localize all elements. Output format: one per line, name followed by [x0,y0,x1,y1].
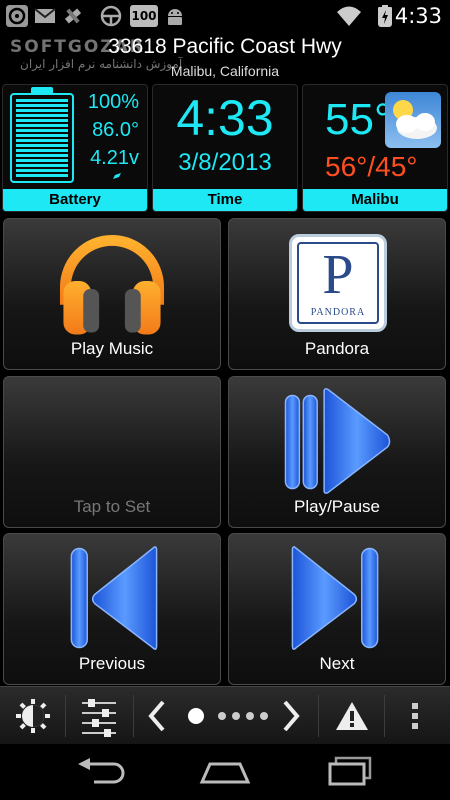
equalizer-icon[interactable] [74,687,124,745]
brightness-icon[interactable] [10,687,56,745]
overflow-menu-icon[interactable] [400,687,430,745]
recent-apps-icon[interactable] [324,754,376,788]
partly-cloudy-icon [385,92,441,148]
high-low-temperature: 56°/45° [325,151,418,182]
battery-temperature: 86.0° [92,119,139,141]
battery-charging-icon [378,5,392,27]
chevron-left-icon[interactable] [142,687,172,745]
tap-to-set-label: Tap to Set [73,497,151,516]
play-music-label: Play Music [70,339,154,358]
speed-limit-icon: 100 [130,5,158,27]
steering-wheel-icon [6,5,28,27]
home-icon[interactable] [198,758,252,786]
pandora-label: Pandora [304,339,370,358]
pandora-logo-letter: P [322,244,354,306]
play-pause-icon [284,388,391,494]
pandora-icon: P PANDORA [289,234,387,332]
page-dot [260,712,268,720]
back-icon[interactable] [74,758,126,786]
bottom-toolbar [0,686,450,744]
previous-icon [70,546,158,650]
previous-label: Previous [78,654,146,673]
city-name: Malibu, California [170,63,280,79]
toolbar-divider [133,695,134,737]
navigation-bar [0,744,450,800]
chevron-right-icon[interactable] [276,687,306,745]
battery-gauge [10,93,74,183]
warning-icon[interactable] [330,687,374,745]
charging-bolt-icon [91,169,143,183]
battery-fill [16,99,68,177]
steering-icon [100,5,122,27]
android-icon [168,9,182,25]
page-dot [246,712,254,720]
page-indicator[interactable] [184,687,268,745]
pandora-button[interactable]: P PANDORA Pandora [228,218,446,370]
current-temperature: 55° [325,95,392,144]
weather-panel[interactable]: 55° 56°/45° Malibu [302,84,448,212]
weather-location-label: Malibu [303,189,447,211]
next-button[interactable]: Next [228,533,446,685]
street-address: 33618 Pacific Coast Hwy [108,35,342,58]
toolbar-divider [384,695,385,737]
page-dot [218,712,226,720]
time-label: Time [153,189,297,211]
next-label: Next [319,654,355,673]
clock-date: 3/8/2013 [178,149,272,176]
location-header: SOFTGOZAR آموزش دانشنامه نرم افزار ایران… [0,33,450,83]
next-icon [291,546,379,650]
play-music-button[interactable]: Play Music [3,218,221,370]
gmail-icon [34,8,56,23]
tap-to-set-button[interactable]: Tap to Set [3,376,221,528]
satellite-icon [64,8,82,24]
clock-time: 4:33 [176,90,274,146]
page-dots [188,708,268,724]
battery-percent: 100% [87,91,139,113]
pandora-logo-text: PANDORA [310,307,366,318]
page-dot-active [188,708,204,724]
previous-button[interactable]: Previous [3,533,221,685]
battery-panel[interactable]: 100% 86.0° 4.21v Battery [2,84,148,212]
play-pause-button[interactable]: Play/Pause [228,376,446,528]
headphones-icon [59,234,165,335]
wifi-icon [337,6,361,26]
page-dot [232,712,240,720]
play-pause-label: Play/Pause [294,497,380,516]
toolbar-divider [65,695,66,737]
status-time: 4:33 [394,4,442,28]
status-bar: 100 4:33 [0,0,450,33]
time-panel[interactable]: 4:33 3/8/2013 Time [152,84,298,212]
toolbar-divider [318,695,319,737]
battery-label: Battery [3,189,147,211]
